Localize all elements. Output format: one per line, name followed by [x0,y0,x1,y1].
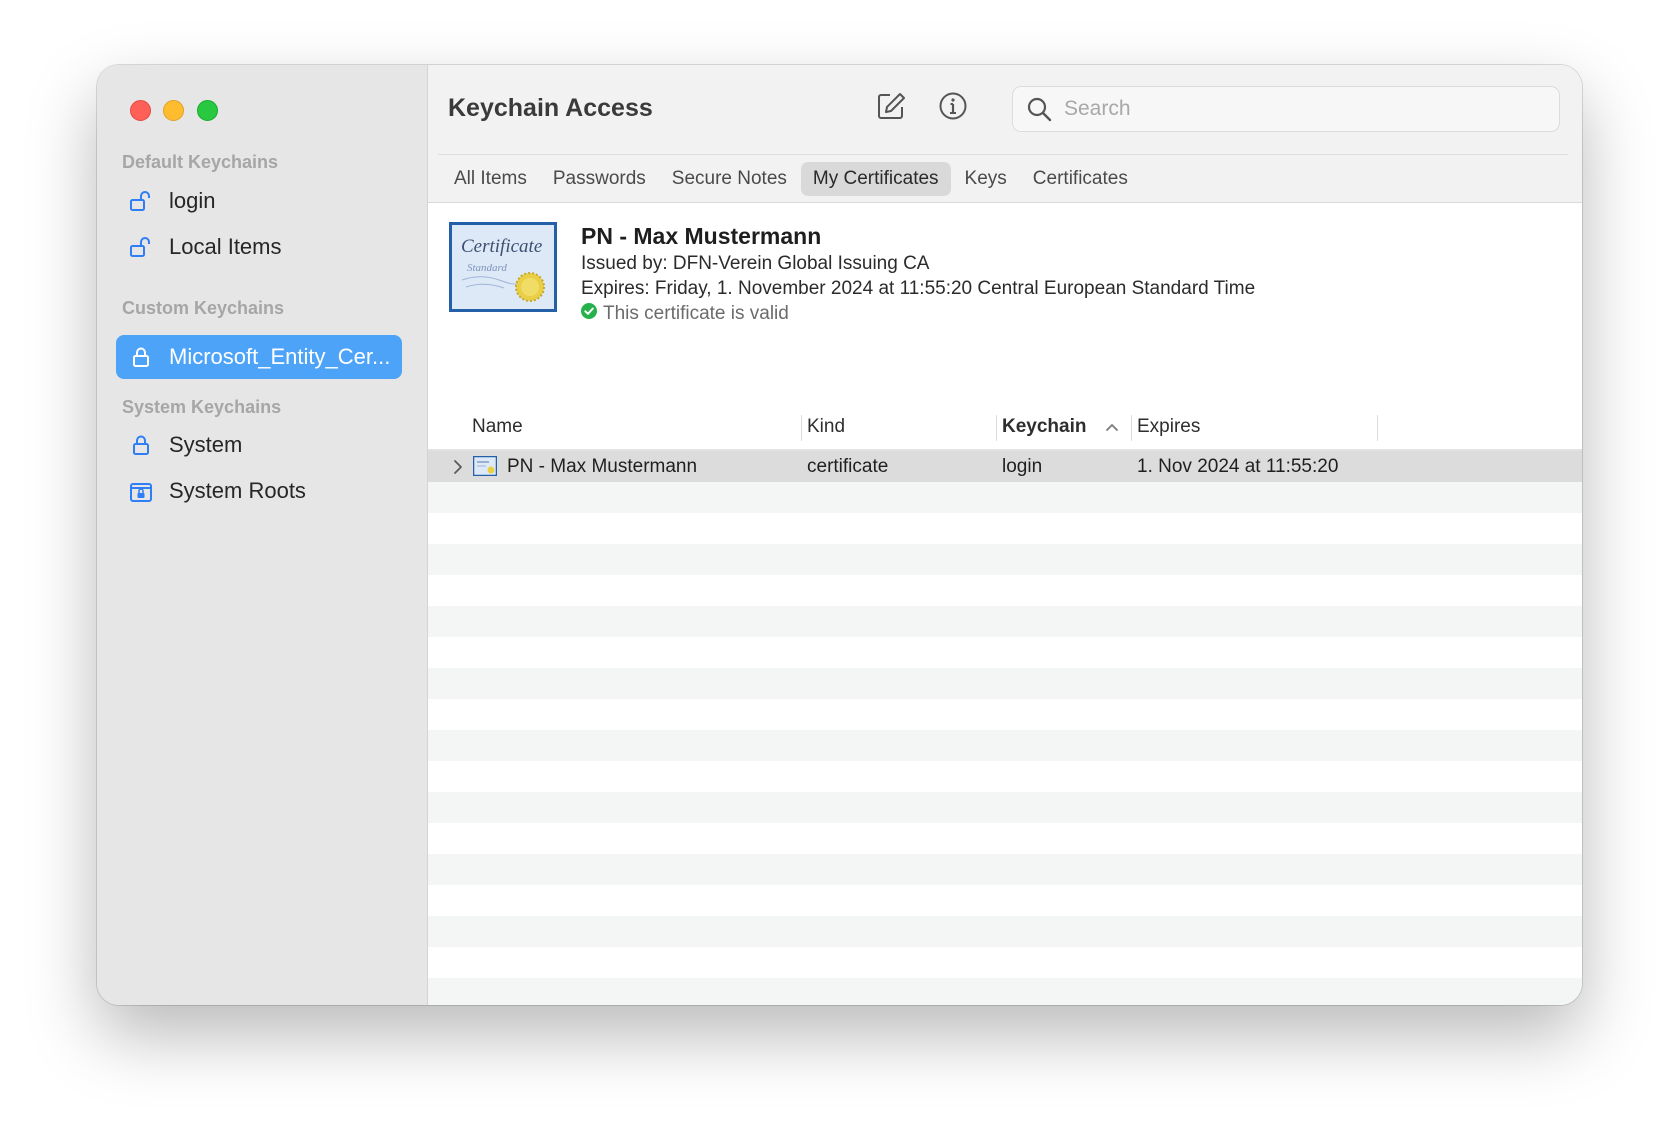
sidebar-item-label: System [169,432,243,457]
toolbar-divider [438,154,1568,155]
column-separator[interactable] [801,415,802,441]
get-info-button[interactable] [936,91,970,125]
certificate-subtitle-text: Standard [467,262,507,274]
cell-kind: certificate [807,456,889,477]
toolbar: Keychain Access All Items P [428,65,1582,203]
column-separator[interactable] [1377,415,1378,441]
empty-row [428,885,1582,916]
empty-row [428,978,1582,1005]
empty-row [428,947,1582,978]
items-table: Name Kind Keychain Expires PN - Max Must… [428,383,1582,1005]
empty-row [428,637,1582,668]
compose-icon [876,91,906,126]
certificate-expiry: Expires: Friday, 1. November 2024 at 11:… [581,278,1256,299]
sidebar-item-label: Microsoft_Entity_Cer... [169,344,391,369]
minimize-window-button[interactable] [163,100,184,121]
empty-row [428,513,1582,544]
sidebar-item-local-items[interactable]: Local Items [116,225,402,269]
section-title-custom-keychains: Custom Keychains [122,298,285,318]
empty-row [428,792,1582,823]
sidebar-item-system[interactable]: System [116,423,402,467]
search-field[interactable] [1012,86,1560,132]
column-header-kind[interactable]: Kind [807,413,845,441]
certificate-name: PN - Max Mustermann [581,223,822,249]
main-pane: Keychain Access All Items P [428,65,1582,1005]
sidebar: Default Keychains login Local Items Cust… [97,65,428,1005]
column-separator[interactable] [1131,415,1132,441]
certificate-title-text: Certificate [461,236,542,257]
new-item-button[interactable] [874,91,908,125]
close-window-button[interactable] [130,100,151,121]
tab-keys[interactable]: Keys [953,162,1019,196]
info-icon [938,91,968,126]
search-icon [1026,96,1052,122]
empty-row [428,606,1582,637]
cell-name: PN - Max Mustermann [507,456,698,477]
table-body: PN - Max Mustermann certificate login 1.… [428,451,1582,1005]
tab-certificates[interactable]: Certificates [1021,162,1140,196]
section-title-default-keychains: Default Keychains [122,152,279,172]
chevron-right-icon[interactable] [453,459,463,480]
empty-row [428,699,1582,730]
unlocked-padlock-icon [129,235,153,259]
category-tabs: All Items Passwords Secure Notes My Cert… [442,162,1140,196]
maximize-window-button[interactable] [197,100,218,121]
tab-passwords[interactable]: Passwords [541,162,658,196]
sidebar-item-login[interactable]: login [116,179,402,223]
certificate-status-text: This certificate is valid [603,303,789,324]
column-separator[interactable] [996,415,997,441]
empty-row [428,916,1582,947]
empty-row [428,482,1582,513]
certificate-icon [472,455,498,481]
empty-row [428,854,1582,885]
table-row[interactable]: PN - Max Mustermann certificate login 1.… [428,451,1582,482]
sidebar-item-label: System Roots [169,478,306,503]
section-title-system-keychains: System Keychains [122,397,282,417]
locked-padlock-icon [129,433,153,457]
column-header-expires[interactable]: Expires [1137,413,1200,441]
certificate-issuer: Issued by: DFN-Verein Global Issuing CA [581,253,930,274]
empty-row [428,668,1582,699]
unlocked-padlock-icon [129,189,153,213]
tab-secure-notes[interactable]: Secure Notes [660,162,799,196]
locked-cabinet-icon [129,479,153,503]
keychain-access-window: Default Keychains login Local Items Cust… [97,65,1582,1005]
cell-keychain: login [1002,456,1043,477]
sidebar-item-label: Local Items [169,234,282,259]
checkmark-circle-icon [581,303,597,325]
sidebar-item-label: login [169,188,216,213]
column-header-keychain[interactable]: Keychain [1002,413,1086,441]
app-title: Keychain Access [448,94,653,122]
empty-row [428,730,1582,761]
empty-row [428,544,1582,575]
search-input[interactable] [1062,96,1526,122]
table-header: Name Kind Keychain Expires [428,383,1582,451]
tab-all-items[interactable]: All Items [442,162,539,196]
locked-padlock-icon [129,345,153,369]
column-header-name[interactable]: Name [472,413,523,441]
sidebar-item-system-roots[interactable]: System Roots [116,469,402,513]
certificate-image: Certificate Standard [449,222,557,312]
tab-my-certificates[interactable]: My Certificates [800,162,951,196]
certificate-detail: Certificate Standard PN - Max Mustermann… [428,203,1582,383]
sort-ascending-icon[interactable] [1105,420,1119,438]
cell-expires: 1. Nov 2024 at 11:55:20 [1137,456,1339,477]
sidebar-item-microsoft-entity[interactable]: Microsoft_Entity_Cer... [116,335,402,379]
empty-row [428,823,1582,854]
empty-row [428,575,1582,606]
empty-row [428,761,1582,792]
certificate-status: This certificate is valid [581,303,789,325]
